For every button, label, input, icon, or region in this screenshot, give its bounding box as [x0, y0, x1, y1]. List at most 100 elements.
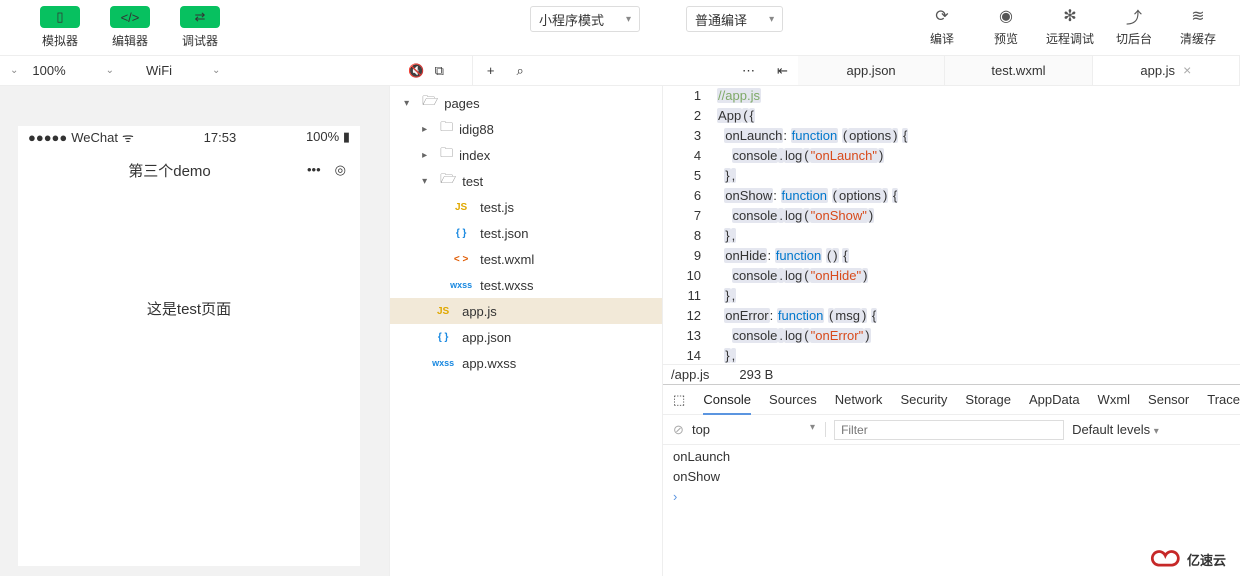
file-app-json[interactable]: { }app.json [390, 324, 662, 350]
sub-toolbar: ⌄ 100%⌄ WiFi⌄ 🔇 ⧉ + ⌕ ⋯ ⇤ app.json test.… [0, 56, 1240, 86]
console-line: onLaunch [673, 449, 1230, 469]
preview-button[interactable]: ◉预览 [982, 6, 1030, 47]
phone-status-bar: ●●●●● WeChat ᯤ 17:53 100% ▮ [18, 126, 360, 148]
more-icon[interactable]: ••• [307, 162, 321, 178]
compile-button[interactable]: ⟳编译 [918, 6, 966, 47]
mode-select[interactable]: 小程序模式 ▾ [530, 6, 640, 32]
phone-battery: 100% [306, 129, 339, 144]
battery-icon: ▮ [343, 129, 350, 144]
tab-security[interactable]: Security [900, 392, 947, 407]
json-icon: { } [448, 228, 474, 239]
clear-console-icon[interactable]: ⊘ [673, 422, 684, 438]
tab-app-js[interactable]: app.js× [1093, 56, 1240, 85]
tab-console[interactable]: Console [703, 392, 751, 415]
mute-icon[interactable]: 🔇 [408, 63, 424, 79]
compile-select[interactable]: 普通编译 ▾ [686, 6, 783, 32]
line-gutter: 1234567891011121314 [663, 86, 711, 364]
tab-app-json[interactable]: app.json [798, 56, 945, 85]
tab-storage[interactable]: Storage [965, 392, 1011, 407]
file-app-js[interactable]: JSapp.js [390, 298, 662, 324]
brand-logo: 亿速云 [1149, 548, 1226, 570]
code-content[interactable]: //app.jsApp({ onLaunch: function (option… [711, 86, 1240, 364]
file-app-wxss[interactable]: wxssapp.wxss [390, 350, 662, 376]
chevron-down-icon[interactable]: ⌄ [10, 65, 18, 76]
file-test-json[interactable]: { }test.json [390, 220, 662, 246]
tab-sources[interactable]: Sources [769, 392, 817, 407]
simulator-button[interactable]: ▯ 模拟器 [40, 6, 80, 49]
editor-button[interactable]: </> 编辑器 [110, 6, 150, 49]
filter-input[interactable] [834, 420, 1064, 440]
js-icon: JS [448, 202, 474, 213]
folder-idig88[interactable]: ▸🗀idig88 [390, 116, 662, 142]
chevron-down-icon: ⌄ [106, 65, 114, 76]
remote-debug-button[interactable]: ✻远程调试 [1046, 6, 1094, 47]
refresh-icon: ⟳ [935, 6, 948, 26]
layers-icon: ≋ [1191, 6, 1204, 26]
top-left-group: ▯ 模拟器 </> 编辑器 ⇄ 调试器 [0, 6, 220, 49]
phone-body-text: 这是test页面 [18, 192, 360, 319]
inspect-icon[interactable]: ⬚ [673, 392, 685, 408]
rotate-icon[interactable]: ⧉ [435, 63, 444, 79]
search-icon[interactable]: ⌕ [517, 63, 524, 79]
tab-wxml[interactable]: Wxml [1098, 392, 1131, 407]
code-icon: </> [121, 10, 140, 25]
top-mid-group: 小程序模式 ▾ 普通编译 ▾ [530, 6, 783, 32]
network-select[interactable]: WiFi⌄ [140, 60, 238, 82]
bug-icon: ✻ [1063, 6, 1076, 26]
compile-select-value: 普通编译 [695, 10, 747, 29]
top-toolbar: ▯ 模拟器 </> 编辑器 ⇄ 调试器 小程序模式 ▾ 普通编译 ▾ ⟳编译 ◉预览… [0, 0, 1240, 56]
top-right-group: ⟳编译 ◉预览 ✻远程调试 ⤴切后台 ≋清缓存 [918, 6, 1240, 47]
add-file-icon[interactable]: + [487, 63, 495, 78]
file-test-wxml[interactable]: < >test.wxml [390, 246, 662, 272]
simulator-panel: ●●●●● WeChat ᯤ 17:53 100% ▮ 第三个demo •••◎… [0, 86, 390, 576]
tab-trace[interactable]: Trace [1207, 392, 1240, 407]
chevron-down-icon: ▾ [626, 14, 631, 25]
mode-select-value: 小程序模式 [539, 10, 604, 29]
wxml-icon: < > [448, 254, 474, 265]
target-icon[interactable]: ◎ [335, 162, 346, 178]
folder-pages[interactable]: ▾🗁pages [390, 90, 662, 116]
devtools-tabs: ⬚ Console Sources Network Security Stora… [663, 385, 1240, 415]
file-test-js[interactable]: JStest.js [390, 194, 662, 220]
chevron-down-icon: ⌄ [212, 65, 220, 76]
tab-appdata[interactable]: AppData [1029, 392, 1080, 407]
js-icon: JS [430, 306, 456, 317]
phone-preview: ●●●●● WeChat ᯤ 17:53 100% ▮ 第三个demo •••◎… [18, 126, 360, 566]
chevron-down-icon: ▾ [1154, 426, 1159, 437]
chevron-down-icon: ▾ [810, 422, 815, 437]
signal-icon: ●●●●● [28, 130, 67, 145]
close-icon[interactable]: × [1183, 62, 1191, 78]
clear-cache-button[interactable]: ≋清缓存 [1174, 6, 1222, 47]
debugger-button[interactable]: ⇄ 调试器 [180, 6, 220, 49]
console-line: onShow [673, 469, 1230, 489]
console-output: onLaunch onShow › [663, 445, 1240, 513]
folder-icon: 🗁 [440, 170, 456, 192]
tab-test-wxml[interactable]: test.wxml [945, 56, 1092, 85]
console-prompt[interactable]: › [673, 489, 1230, 509]
code-editor[interactable]: 1234567891011121314 //app.jsApp({ onLaun… [663, 86, 1240, 364]
folder-icon: 🗀 [440, 144, 453, 166]
editor-status: /app.js 293 B [663, 364, 1240, 384]
chevron-down-icon: ▾ [769, 14, 774, 25]
levels-select[interactable]: Default levels ▾ [1072, 422, 1159, 437]
debugger-label: 调试器 [182, 32, 218, 49]
tab-network[interactable]: Network [835, 392, 883, 407]
eye-icon: ◉ [999, 6, 1013, 26]
file-test-wxss[interactable]: wxsstest.wxss [390, 272, 662, 298]
phone-header: 第三个demo •••◎ [18, 148, 360, 192]
collapse-tree-icon[interactable]: ⇤ [777, 63, 798, 79]
wifi-icon: ᯤ [122, 128, 134, 146]
background-button[interactable]: ⤴切后台 [1110, 6, 1158, 47]
file-tree: ▾🗁pages ▸🗀idig88 ▸🗀index ▾🗁test JStest.j… [390, 86, 663, 576]
json-icon: { } [430, 332, 456, 343]
simulator-label: 模拟器 [42, 32, 78, 49]
more-icon[interactable]: ⋯ [742, 63, 755, 79]
folder-test[interactable]: ▾🗁test [390, 168, 662, 194]
tab-sensor[interactable]: Sensor [1148, 392, 1189, 407]
folder-index[interactable]: ▸🗀index [390, 142, 662, 168]
zoom-select[interactable]: 100%⌄ [26, 60, 132, 82]
debug-icon: ⇄ [195, 9, 206, 25]
context-select[interactable]: top▾ [692, 422, 826, 437]
folder-icon: 🗀 [440, 118, 453, 140]
file-size: 293 B [739, 367, 773, 382]
